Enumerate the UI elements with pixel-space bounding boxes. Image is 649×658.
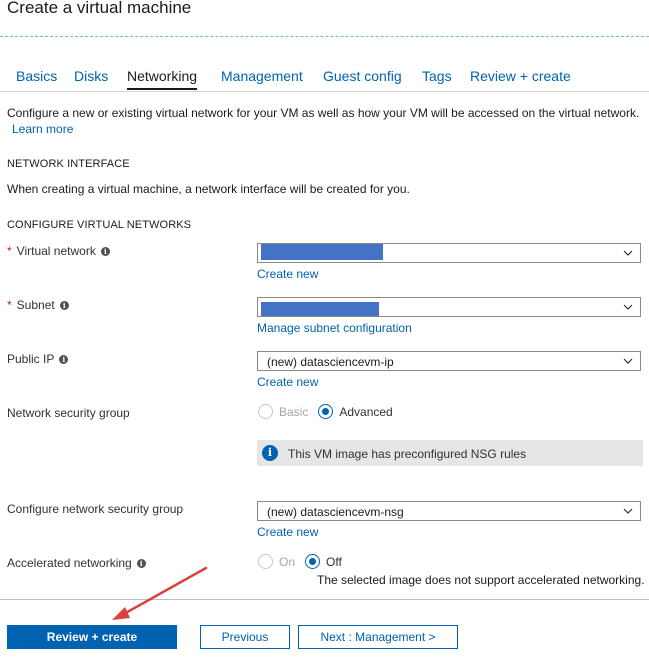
nsg-advanced-label: Advanced (339, 404, 393, 419)
previous-button[interactable]: Previous (200, 625, 290, 649)
virtual-network-dropdown[interactable] (257, 243, 641, 263)
chevron-down-icon (623, 358, 633, 364)
redacted-value (261, 302, 379, 316)
tab-networking[interactable]: Networking (127, 68, 198, 90)
manage-subnet-link[interactable]: Manage subnet configuration (257, 321, 412, 335)
tab-basics[interactable]: Basics (16, 68, 57, 84)
subnet-label-text: Subnet (16, 298, 55, 312)
page-title: Create a virtual machine (7, 0, 192, 17)
info-icon: i (59, 354, 69, 364)
nsg-info-box: i This VM image has preconfigured NSG ru… (257, 440, 643, 466)
accelerated-off-radio[interactable] (305, 554, 321, 569)
title-divider (0, 36, 649, 37)
configure-nsg-label: Configure network security group (7, 502, 184, 516)
footer-divider (0, 599, 649, 600)
public-ip-value: (new) datasciencevm-ip (267, 355, 394, 369)
public-ip-create-new-link[interactable]: Create new (257, 375, 318, 389)
learn-more-link[interactable]: Learn more (12, 122, 73, 136)
nsg-basic-label: Basic (279, 404, 309, 419)
public-ip-dropdown[interactable]: (new) datasciencevm-ip (257, 351, 641, 371)
info-icon: i (262, 445, 278, 461)
accelerated-off-label: Off (326, 554, 342, 569)
accelerated-on-radio[interactable] (258, 554, 273, 569)
chevron-down-icon (623, 304, 633, 310)
chevron-down-icon (623, 250, 633, 256)
annotation-arrow (112, 566, 208, 620)
info-icon: i (100, 246, 110, 256)
nsg-radio-group: Basic Advanced (258, 404, 403, 419)
configure-vnets-heading: CONFIGURE VIRTUAL NETWORKS (7, 219, 192, 231)
virtual-network-label: * Virtual network i (7, 244, 110, 258)
required-mark: * (7, 298, 12, 312)
tab-disks[interactable]: Disks (74, 68, 108, 84)
info-icon: i (59, 300, 69, 310)
nsg-basic-radio[interactable] (258, 404, 273, 419)
accelerated-networking-note: The selected image does not support acce… (317, 573, 645, 587)
tab-guest-config[interactable]: Guest config (323, 68, 402, 84)
redacted-value (261, 244, 383, 260)
accelerated-networking-radio-group: On Off (258, 554, 352, 569)
tab-review-create[interactable]: Review + create (470, 68, 571, 84)
nsg-info-message: This VM image has preconfigured NSG rule… (288, 447, 527, 461)
public-ip-label-text: Public IP (7, 352, 55, 366)
public-ip-label: Public IP i (7, 352, 69, 366)
tab-bar: Basics Disks Networking Management Guest… (0, 66, 649, 90)
network-interface-description: When creating a virtual machine, a netwo… (7, 182, 410, 196)
next-button[interactable]: Next : Management > (298, 625, 458, 649)
tabs-divider (0, 91, 649, 92)
intro-text: Configure a new or existing virtual netw… (7, 106, 640, 120)
configure-nsg-create-new-link[interactable]: Create new (257, 525, 318, 539)
virtual-network-create-new-link[interactable]: Create new (257, 267, 318, 281)
configure-nsg-value: (new) datasciencevm-nsg (267, 505, 404, 519)
tab-management[interactable]: Management (221, 68, 303, 84)
virtual-network-label-text: Virtual network (16, 244, 96, 258)
network-interface-heading: NETWORK INTERFACE (7, 158, 130, 170)
nsg-advanced-radio[interactable] (318, 404, 334, 419)
tab-tags[interactable]: Tags (422, 68, 452, 84)
accelerated-on-label: On (279, 554, 296, 569)
subnet-dropdown[interactable] (257, 297, 641, 317)
chevron-down-icon (623, 508, 633, 514)
review-create-button[interactable]: Review + create (7, 625, 177, 649)
required-mark: * (7, 244, 12, 258)
nsg-label: Network security group (7, 406, 130, 420)
subnet-label: * Subnet i (7, 298, 69, 312)
configure-nsg-dropdown[interactable]: (new) datasciencevm-nsg (257, 501, 641, 521)
